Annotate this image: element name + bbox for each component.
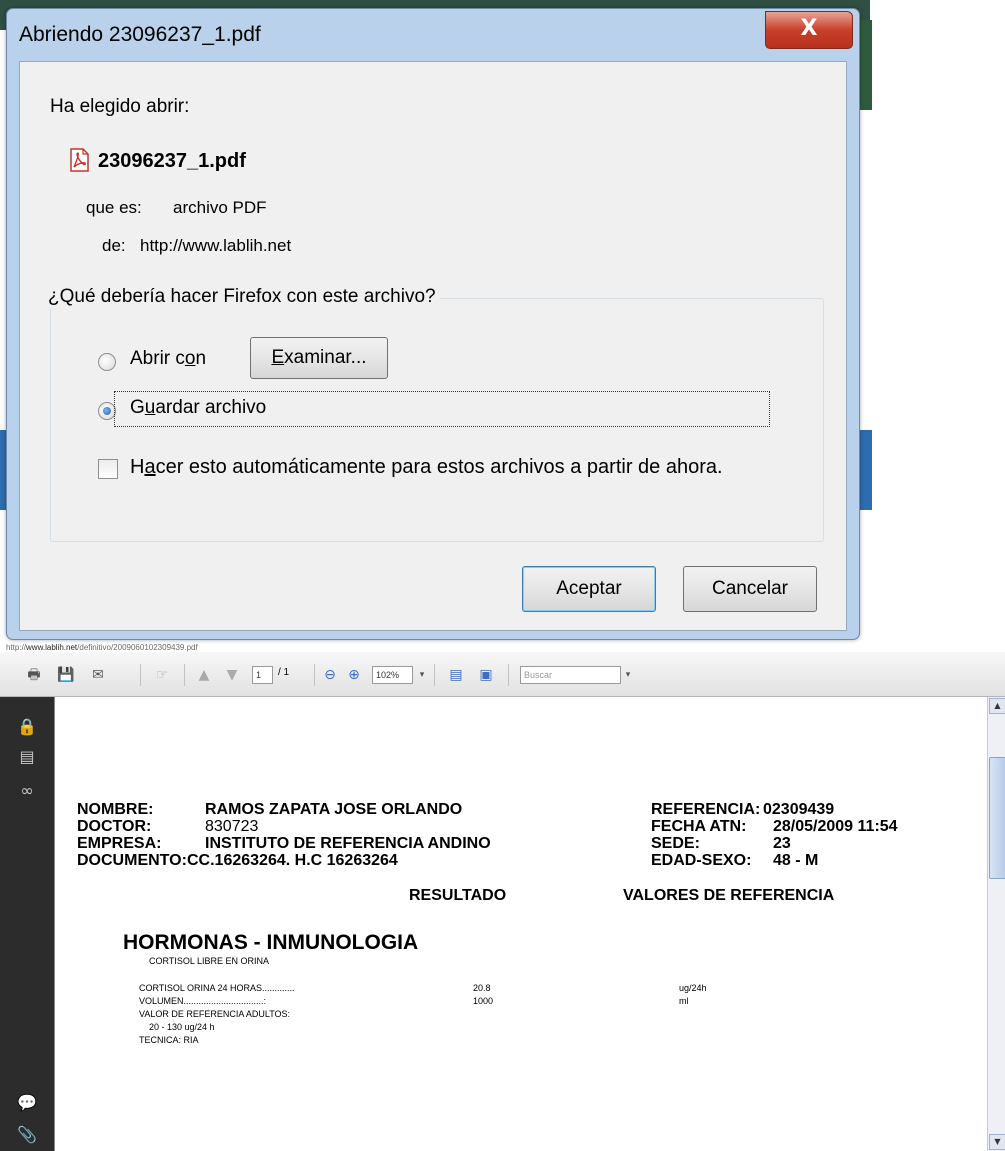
zoom-out-icon[interactable]: ⊖ xyxy=(320,666,340,684)
section-title: HORMONAS - INMUNOLOGIA xyxy=(123,931,419,954)
page-total: / 1 xyxy=(278,667,290,678)
auto-action-label[interactable]: Hacer esto automáticamente para estos ar… xyxy=(130,456,723,479)
empresa-label: EMPRESA: xyxy=(77,835,162,852)
reference-adults-label: VALOR DE REFERENCIA ADULTOS: xyxy=(139,1009,291,1019)
zoom-in-icon[interactable]: ⊕ xyxy=(344,666,364,684)
file-type-value: archivo PDF xyxy=(173,198,267,217)
nombre-label: NOMBRE: xyxy=(77,801,154,818)
chevron-down-icon[interactable]: ▾ xyxy=(412,666,432,684)
toolbar-separator xyxy=(184,664,185,686)
file-source-label: de: xyxy=(102,236,126,255)
save-icon[interactable]: 💾 xyxy=(56,666,76,684)
file-name: 23096237_1.pdf xyxy=(98,150,246,172)
fit-page-icon[interactable]: ▣ xyxy=(476,666,496,684)
pdf-file-icon xyxy=(70,148,89,172)
scroll-up-icon[interactable]: ▲ xyxy=(989,698,1005,714)
result-label: VOLUMEN................................: xyxy=(139,996,267,1006)
vertical-scrollbar[interactable]: ▲ ▼ xyxy=(987,697,1005,1151)
comments-icon[interactable]: 💬 xyxy=(16,1093,38,1113)
previous-page-icon[interactable]: ▲ xyxy=(194,666,214,684)
documento-value: CC.16263264. H.C 16263264 xyxy=(187,852,398,869)
result-label: CORTISOL ORINA 24 HORAS............. xyxy=(139,983,295,993)
result-value: 1000 xyxy=(473,996,494,1006)
result-value: 20.8 xyxy=(473,983,491,993)
chevron-down-icon[interactable]: ▾ xyxy=(618,666,638,684)
valores-referencia-header: VALORES DE REFERENCIA xyxy=(623,887,835,904)
doctor-label: DOCTOR: xyxy=(77,818,152,835)
auto-action-checkbox[interactable] xyxy=(98,459,118,479)
subsection-title: CORTISOL LIBRE EN ORINA xyxy=(149,956,270,966)
intro-label: Ha elegido abrir: xyxy=(50,96,190,117)
edad-sexo-value: 48 - M xyxy=(773,852,819,869)
toolbar-separator xyxy=(434,664,435,686)
close-button[interactable]: X xyxy=(765,11,853,49)
hand-tool-icon[interactable]: ☞ xyxy=(152,666,172,684)
fit-width-icon[interactable]: ▤ xyxy=(446,666,466,684)
pages-icon[interactable]: ▤ xyxy=(16,747,38,767)
pdf-toolbar: 🖶 💾 ✉ ☞ ▲ ▼ 1 / 1 ⊖ ⊕ 102% ▾ ▤ ▣ Buscar … xyxy=(0,652,1005,697)
toolbar-separator xyxy=(140,664,141,686)
referencia-value: 02309439 xyxy=(763,801,835,818)
scrollbar-thumb[interactable] xyxy=(989,757,1005,879)
accept-button[interactable]: Aceptar xyxy=(522,566,656,612)
lock-icon[interactable]: 🔒 xyxy=(16,717,38,737)
pdf-side-panel: 🔒 ▤ ∞ 💬 📎 xyxy=(0,697,54,1151)
sede-value: 23 xyxy=(773,835,791,852)
browse-button[interactable]: Examinar... xyxy=(250,337,388,379)
nombre-value: RAMOS ZAPATA JOSE ORLANDO xyxy=(205,801,463,818)
result-unit: ml xyxy=(679,996,689,1006)
scroll-down-icon[interactable]: ▼ xyxy=(989,1134,1005,1150)
toolbar-separator xyxy=(508,664,509,686)
empresa-value: INSTITUTO DE REFERENCIA ANDINO xyxy=(205,835,491,852)
doctor-value: 830723 xyxy=(205,818,259,835)
fecha-value: 28/05/2009 11:54 xyxy=(773,818,898,835)
open-with-label[interactable]: Abrir con xyxy=(130,348,206,370)
status-url: http://www.lablih.net/definitivo/2009060… xyxy=(6,643,198,652)
referencia-label: REFERENCIA: xyxy=(651,801,761,818)
edad-sexo-label: EDAD-SEXO: xyxy=(651,852,752,869)
background-window-edge xyxy=(858,20,872,110)
toolbar-separator xyxy=(314,664,315,686)
reference-adults-value: 20 - 130 ug/24 h xyxy=(149,1022,215,1032)
attachment-icon[interactable]: 📎 xyxy=(16,1125,38,1145)
action-question: ¿Qué debería hacer Firefox con este arch… xyxy=(48,286,440,308)
resultado-header: RESULTADO xyxy=(409,887,507,904)
result-unit: ug/24h xyxy=(679,983,707,993)
sede-label: SEDE: xyxy=(651,835,700,852)
background-window-edge xyxy=(858,430,872,510)
open-with-radio[interactable] xyxy=(98,353,116,371)
dialog-body: Ha elegido abrir: 23096237_1.pdf que es:… xyxy=(19,61,847,631)
search-input[interactable]: Buscar xyxy=(520,666,621,684)
download-dialog: Abriendo 23096237_1.pdf X Ha elegido abr… xyxy=(6,8,860,640)
page-number-input[interactable]: 1 xyxy=(252,666,273,684)
dialog-title: Abriendo 23096237_1.pdf xyxy=(19,23,261,46)
email-icon[interactable]: ✉ xyxy=(88,666,108,684)
file-source-value: http://www.lablih.net xyxy=(140,236,292,255)
zoom-select[interactable]: 102% xyxy=(372,666,413,684)
pdf-page: NOMBRE: RAMOS ZAPATA JOSE ORLANDO DOCTOR… xyxy=(54,697,989,1151)
next-page-icon[interactable]: ▼ xyxy=(222,666,242,684)
fecha-label: FECHA ATN: xyxy=(651,818,747,835)
print-icon[interactable]: 🖶 xyxy=(24,666,44,684)
technique-label: TECNICA: RIA xyxy=(139,1035,199,1045)
binoculars-icon[interactable]: ∞ xyxy=(16,781,38,801)
documento-label: DOCUMENTO: xyxy=(77,852,187,869)
file-type-label: que es: xyxy=(86,198,142,217)
pdf-viewer: 🖶 💾 ✉ ☞ ▲ ▼ 1 / 1 ⊖ ⊕ 102% ▾ ▤ ▣ Buscar … xyxy=(0,652,1005,1151)
save-file-label[interactable]: Guardar archivo xyxy=(130,397,266,419)
cancel-button[interactable]: Cancelar xyxy=(683,566,817,612)
